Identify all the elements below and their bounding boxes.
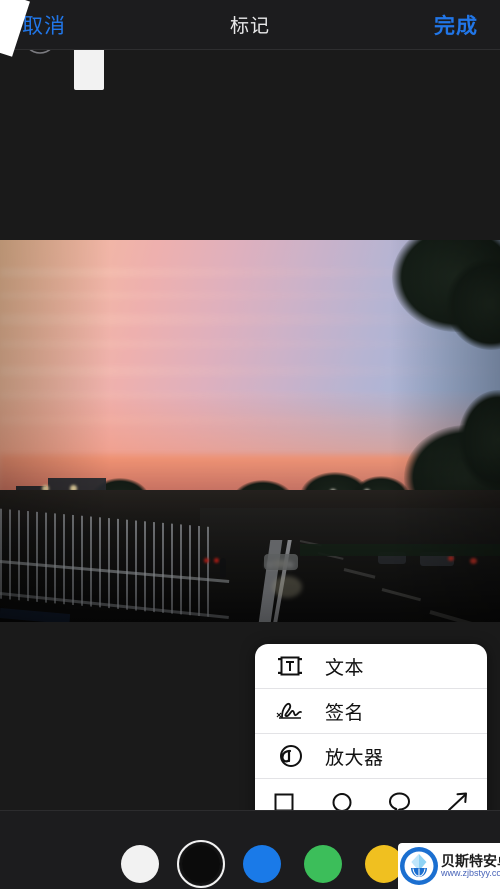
road-surface	[200, 508, 500, 622]
watermark-title: 贝斯特安卓网	[441, 852, 500, 869]
cyclist-silhouette	[220, 558, 226, 578]
shape-tool-row	[255, 779, 487, 810]
watermark-logo-icon	[400, 847, 438, 885]
menu-item-signature[interactable]: 签名	[255, 689, 487, 734]
color-swatch-black[interactable]	[177, 840, 225, 888]
arrow-shape-icon[interactable]	[441, 787, 475, 810]
text-box-icon	[273, 651, 307, 681]
menu-item-magnifier[interactable]: 放大器	[255, 734, 487, 779]
circle-shape-icon[interactable]	[325, 787, 359, 810]
menu-item-text-label: 文本	[325, 657, 365, 679]
markup-screen: 取消 标记 完成 文本 签名 放大器 贝斯特安 www.zjbstyy.co	[0, 0, 500, 889]
color-swatch-white[interactable]	[121, 845, 159, 883]
car-body	[264, 554, 298, 570]
color-swatch-green[interactable]	[304, 845, 342, 883]
menu-item-text[interactable]: 文本	[255, 644, 487, 689]
cancel-button[interactable]: 取消	[22, 10, 66, 40]
top-navigation-bar: 取消 标记 完成	[0, 0, 500, 50]
site-watermark: 贝斯特安卓网 www.zjbstyy.com	[398, 843, 500, 889]
car-taillight	[470, 558, 477, 564]
speech-bubble-shape-icon[interactable]	[383, 787, 417, 810]
signature-icon	[273, 696, 307, 726]
cloud-band	[0, 366, 500, 376]
watermark-url: www.zjbstyy.com	[441, 867, 500, 878]
road-hedge	[300, 544, 500, 556]
menu-item-magnifier-label: 放大器	[325, 747, 384, 769]
watermark-text: 贝斯特安卓网 www.zjbstyy.com	[441, 854, 500, 878]
car-taillight	[204, 558, 209, 563]
car-taillight	[214, 558, 219, 563]
photo-image[interactable]	[0, 240, 500, 622]
headlight-glow	[272, 576, 302, 598]
car-taillight	[448, 556, 454, 561]
color-swatch-blue[interactable]	[243, 845, 281, 883]
page-title: 标记	[229, 16, 270, 37]
cloud-band	[0, 340, 500, 348]
markup-tool-popup: 文本 签名 放大器	[255, 644, 487, 810]
done-button[interactable]: 完成	[434, 10, 478, 40]
menu-item-signature-label: 签名	[325, 702, 365, 724]
magnifier-icon	[273, 741, 307, 771]
markup-canvas[interactable]: 文本 签名 放大器	[0, 50, 500, 810]
square-shape-icon[interactable]	[267, 787, 301, 810]
